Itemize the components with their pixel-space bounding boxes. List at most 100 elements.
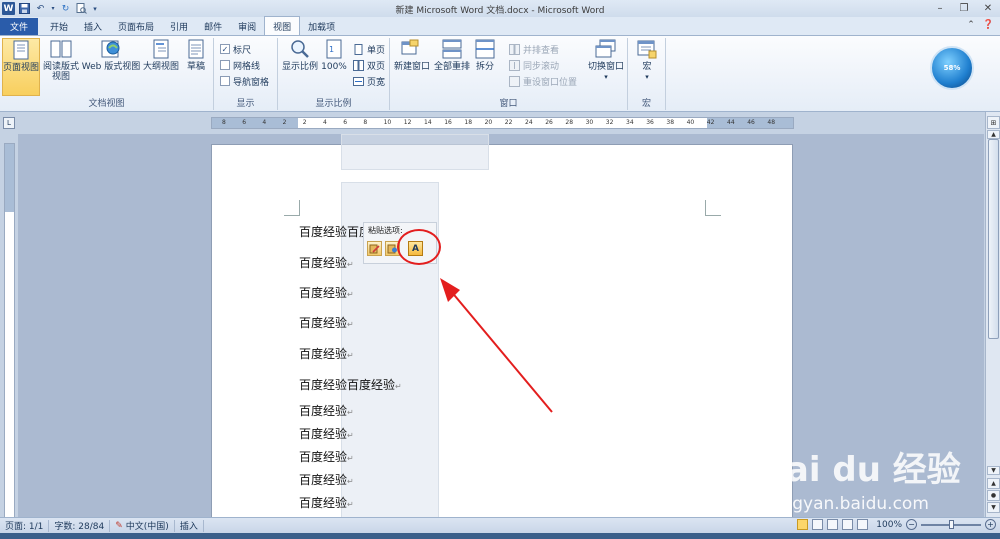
language-status[interactable]: ✎ 中文(中国) [110,519,175,532]
nav-pane-checkbox[interactable]: 导航窗格 [220,74,269,88]
two-pages-button[interactable]: 双页 [352,58,385,72]
vertical-ruler[interactable] [4,143,15,518]
split-button[interactable]: 拆分 [472,38,498,72]
customize-qat-icon[interactable]: ▾ [91,2,99,15]
horizontal-ruler[interactable]: 8 6 4 2 2 4 6 8 10 12 14 16 18 20 22 24 26 28 30 32 34 36 38 40… [211,117,794,129]
window-title: 新建 Microsoft Word 文档.docx - Microsoft Wo… [395,6,605,16]
proofing-icon: ✎ [115,520,123,531]
new-window-button[interactable]: 新建窗口 [392,38,432,72]
group-document-views: 页面视图 阅读版式 视图 Web 版式视图 大纲视图 草稿 文档视图 [0,38,214,110]
previous-page-icon[interactable]: ▲ [987,478,1000,489]
doc-line-8[interactable]: 百度经验↵ [299,425,354,442]
redo-icon[interactable]: ↻ [59,2,72,15]
doc-line-7[interactable]: 百度经验↵ [299,402,354,419]
reset-window-position-button[interactable]: 重设窗口位置 [508,74,577,88]
tab-add-ins[interactable]: 加载项 [300,18,343,35]
print-layout-view-icon[interactable] [797,519,809,530]
doc-line-2[interactable]: 百度经验↵ [299,254,354,271]
ruler-tick-label: 36 [646,119,654,126]
gridlines-check-icon [220,60,230,70]
watermark-main-text: Bai du 经验 [760,450,961,490]
tab-mailings[interactable]: 邮件 [196,18,230,35]
switch-windows-dropdown-icon: ▾ [604,73,608,81]
group-label-zoom: 显示比例 [315,99,352,109]
doc-line-10[interactable]: 百度经验↵ [299,471,354,488]
print-layout-button[interactable]: 页面视图 [2,38,40,96]
page-width-button[interactable]: 页宽 [352,74,385,88]
reading-layout-icon [50,38,72,60]
restore-icon[interactable]: ❐ [952,0,976,16]
quick-access-toolbar: W ↶ ▾ ↻ ▾ [0,2,99,15]
doc-line-11[interactable]: 百度经验↵ [299,494,354,511]
ruler-checkbox[interactable]: ✓ 标尺 [220,42,251,56]
zoom-100-button[interactable]: 1 100% [320,38,348,72]
title-bar: W ↶ ▾ ↻ ▾ 新建 Microsoft Word 文档.docx - Mi… [0,0,1000,17]
undo-icon[interactable]: ↶ [34,2,47,15]
tab-view[interactable]: 视图 [264,16,301,35]
full-screen-reading-button[interactable]: 阅读版式 视图 [42,38,80,82]
zoom-level[interactable]: 100% [876,520,902,530]
tab-page-layout[interactable]: 页面布局 [110,18,162,35]
doc-line-9[interactable]: 百度经验↵ [299,448,354,465]
draft-view-icon[interactable] [857,519,869,530]
tab-file[interactable]: 文件 [0,18,38,35]
outline-view-icon[interactable] [842,519,854,530]
tab-selector-icon[interactable]: L [3,117,15,129]
web-view-icon[interactable] [827,519,839,530]
ruler-toggle-icon[interactable]: ⊞ [987,116,1000,129]
ruler-tick-label: 10 [383,119,392,126]
sync-scroll-button[interactable]: 同步滚动 [508,58,559,72]
doc-line-5[interactable]: 百度经验↵ [299,345,354,362]
undo-dropdown-icon[interactable]: ▾ [50,2,56,15]
close-icon[interactable]: ✕ [976,0,1000,16]
tab-review[interactable]: 审阅 [230,18,264,35]
arrange-all-button[interactable]: 全部重排 [432,38,472,72]
zoom-slider-thumb[interactable] [949,519,954,529]
macros-dropdown-icon: ▾ [645,73,649,81]
scroll-thumb[interactable] [988,139,999,339]
word-logo-icon[interactable]: W [2,2,15,15]
paragraph-mark-icon: ↵ [347,351,354,360]
status-right: 100% − + [797,519,996,530]
ruler-tick-label: 16 [444,119,452,126]
group-zoom: 显示比例 1 100% 单页 双页 页宽 显示比例 [278,38,390,110]
insert-mode[interactable]: 插入 [175,519,204,532]
reading-view-icon[interactable] [812,519,824,530]
zoom-in-icon[interactable]: + [985,519,996,530]
doc-line-1[interactable]: 百度经验百度 [299,223,371,240]
outline-button[interactable]: 大纲视图 [141,38,181,72]
minimize-ribbon-icon[interactable]: ⌃ [967,20,975,30]
ruler-tick-label: 12 [403,119,412,126]
doc-line-4[interactable]: 百度经验↵ [299,314,354,331]
print-preview-icon[interactable] [75,2,88,15]
zoom-button[interactable]: 显示比例 [280,38,320,72]
tab-home[interactable]: 开始 [42,18,76,35]
web-layout-button[interactable]: Web 版式视图 [80,38,142,72]
switch-windows-button[interactable]: 切换窗口 ▾ [586,38,626,82]
doc-line-6[interactable]: 百度经验百度经验↵ [299,376,402,393]
scroll-down-icon[interactable]: ▼ [987,466,1000,475]
draft-button[interactable]: 草稿 [182,38,210,72]
help-icon[interactable]: ❓ [983,20,994,30]
zoom-out-icon[interactable]: − [906,519,917,530]
scroll-up-icon[interactable]: ▲ [987,130,1000,139]
vertical-scrollbar[interactable]: ⊞ ▲ ▼ ▲ ● ▼ [985,112,1000,517]
save-icon[interactable] [18,2,31,15]
zoom-orb-badge: 58% [930,46,974,90]
ribbon-tabs: 文件 开始 插入 页面布局 引用 邮件 审阅 视图 加载项 ⌃ ❓ [0,16,1000,36]
minimize-icon[interactable]: – [928,0,952,16]
browse-object-icon[interactable]: ● [987,490,1000,501]
tab-insert[interactable]: 插入 [76,18,110,35]
page-count[interactable]: 页面: 1/1 [0,519,50,532]
next-page-icon[interactable]: ▼ [987,502,1000,513]
doc-line-3[interactable]: 百度经验↵ [299,284,354,301]
one-page-button[interactable]: 单页 [352,42,385,56]
macros-button[interactable]: 宏 ▾ [632,38,662,82]
ruler-tick-label: 38 [666,119,675,126]
zoom-slider[interactable] [921,519,981,529]
side-by-side-button[interactable]: 并排查看 [508,42,559,56]
tab-references[interactable]: 引用 [162,18,196,35]
word-count[interactable]: 字数: 28/84 [49,519,111,532]
gridlines-checkbox[interactable]: 网格线 [220,58,260,72]
keep-source-formatting-icon[interactable] [367,241,382,256]
